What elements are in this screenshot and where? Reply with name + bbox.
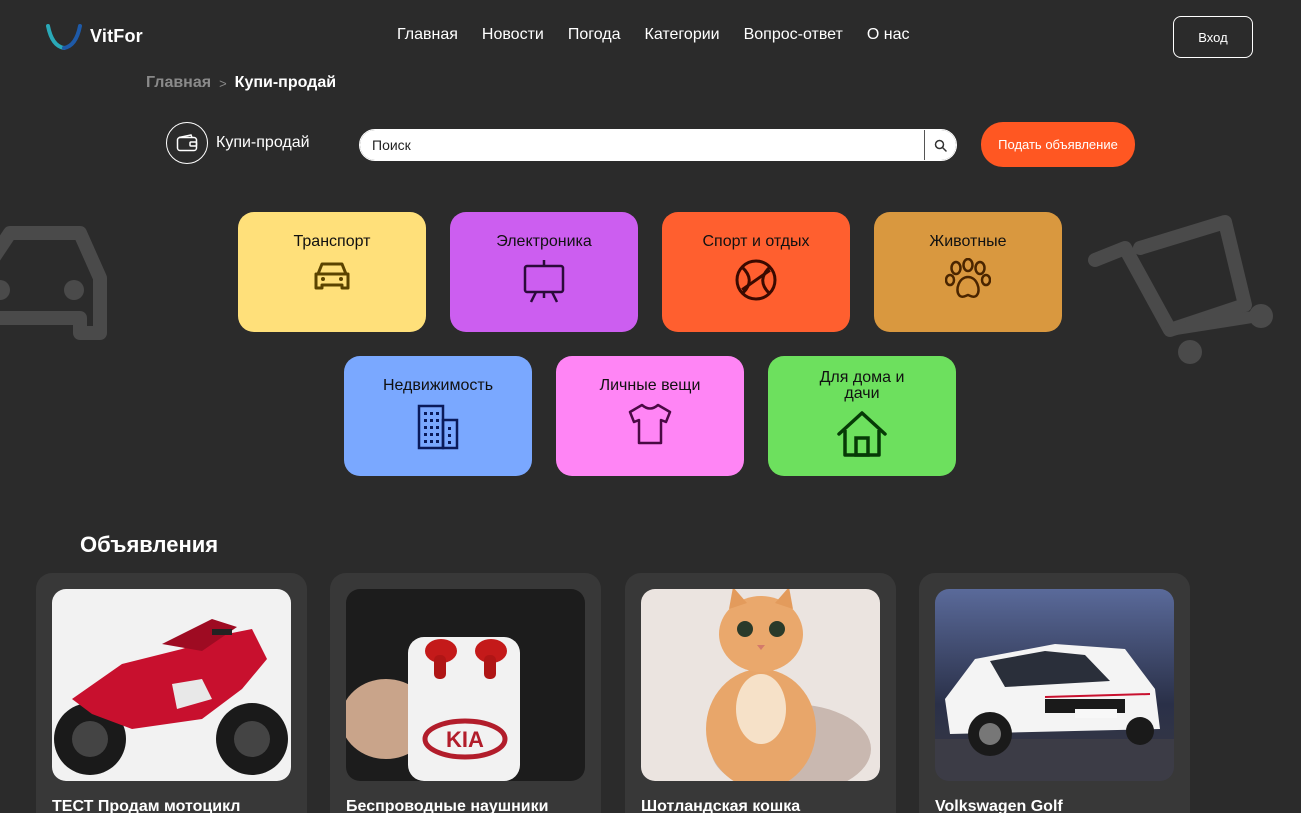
ad-card[interactable]: ТЕСТ Продам мотоцикл (36, 573, 307, 813)
category-realty[interactable]: Недвижимость (344, 356, 532, 476)
cart-background-icon (1088, 215, 1273, 364)
nav-weather[interactable]: Погода (568, 26, 621, 44)
category-label: Электроника (496, 233, 592, 250)
search-bar (359, 129, 957, 161)
category-label: Личные вещи (599, 377, 701, 394)
paw-icon (945, 258, 991, 299)
nav-faq[interactable]: Вопрос-ответ (744, 26, 843, 44)
ad-card[interactable]: Volkswagen Golf (919, 573, 1190, 813)
search-button[interactable] (924, 130, 956, 160)
search-input[interactable] (360, 130, 924, 160)
nav-home[interactable]: Главная (397, 26, 458, 44)
logo-icon (46, 24, 82, 50)
ad-title[interactable]: Беспроводные наушники (346, 798, 548, 813)
search-icon (934, 139, 947, 152)
category-label: Недвижимость (382, 377, 494, 394)
breadcrumb-current: Купи-продай (234, 74, 337, 91)
category-electronics[interactable]: Электроника (450, 212, 638, 332)
ball-icon (735, 259, 777, 301)
wallet-icon (166, 122, 208, 164)
ads-section-title: Объявления (80, 532, 219, 557)
section-header: Купи-продай (166, 122, 310, 164)
svg-text:KIA: KIA (446, 727, 484, 752)
car-photo (935, 589, 1174, 781)
car-background-icon (0, 226, 107, 340)
breadcrumb: Главная > Купи-продай (146, 74, 336, 92)
category-label: Транспорт (293, 233, 371, 250)
tshirt-icon (628, 403, 672, 445)
nav-news[interactable]: Новости (482, 26, 544, 44)
page: VitFor Главная Новости Погода Категории … (0, 0, 1301, 813)
ad-title[interactable]: Шотландская кошка (641, 798, 800, 813)
car-icon (314, 262, 350, 290)
category-animals[interactable]: Животные (874, 212, 1062, 332)
nav-categories[interactable]: Категории (645, 26, 720, 44)
category-sport[interactable]: Спорт и отдых (662, 212, 850, 332)
category-label: Спорт и отдых (702, 233, 810, 250)
logo[interactable]: VitFor (46, 22, 143, 50)
ad-title[interactable]: ТЕСТ Продам мотоцикл (52, 798, 240, 813)
cat-photo (641, 589, 880, 781)
category-label: Животные (929, 233, 1007, 250)
motorcycle-photo (52, 589, 291, 781)
building-icon (417, 404, 459, 450)
nav-about[interactable]: О нас (867, 26, 910, 44)
category-personal[interactable]: Личные вещи (556, 356, 744, 476)
earbuds-photo: KIA (346, 589, 585, 781)
category-transport[interactable]: Транспорт (238, 212, 426, 332)
breadcrumb-separator: > (219, 75, 227, 91)
category-label: Для дома и дачи (819, 369, 905, 402)
section-title: Купи-продай (216, 134, 310, 151)
ad-title[interactable]: Volkswagen Golf (935, 798, 1063, 813)
easel-icon (523, 260, 565, 303)
main-nav: Главная Новости Погода Категории Вопрос-… (397, 26, 909, 44)
login-button[interactable]: Вход (1173, 16, 1253, 58)
ad-card[interactable]: KIA Беспроводные наушники (330, 573, 601, 813)
breadcrumb-home[interactable]: Главная (146, 74, 211, 92)
house-icon (837, 411, 887, 457)
category-home-garden[interactable]: Для дома и дачи (768, 356, 956, 476)
logo-text: VitFor (90, 25, 143, 46)
ad-card[interactable]: Шотландская кошка (625, 573, 896, 813)
post-ad-button[interactable]: Подать объявление (981, 122, 1135, 167)
